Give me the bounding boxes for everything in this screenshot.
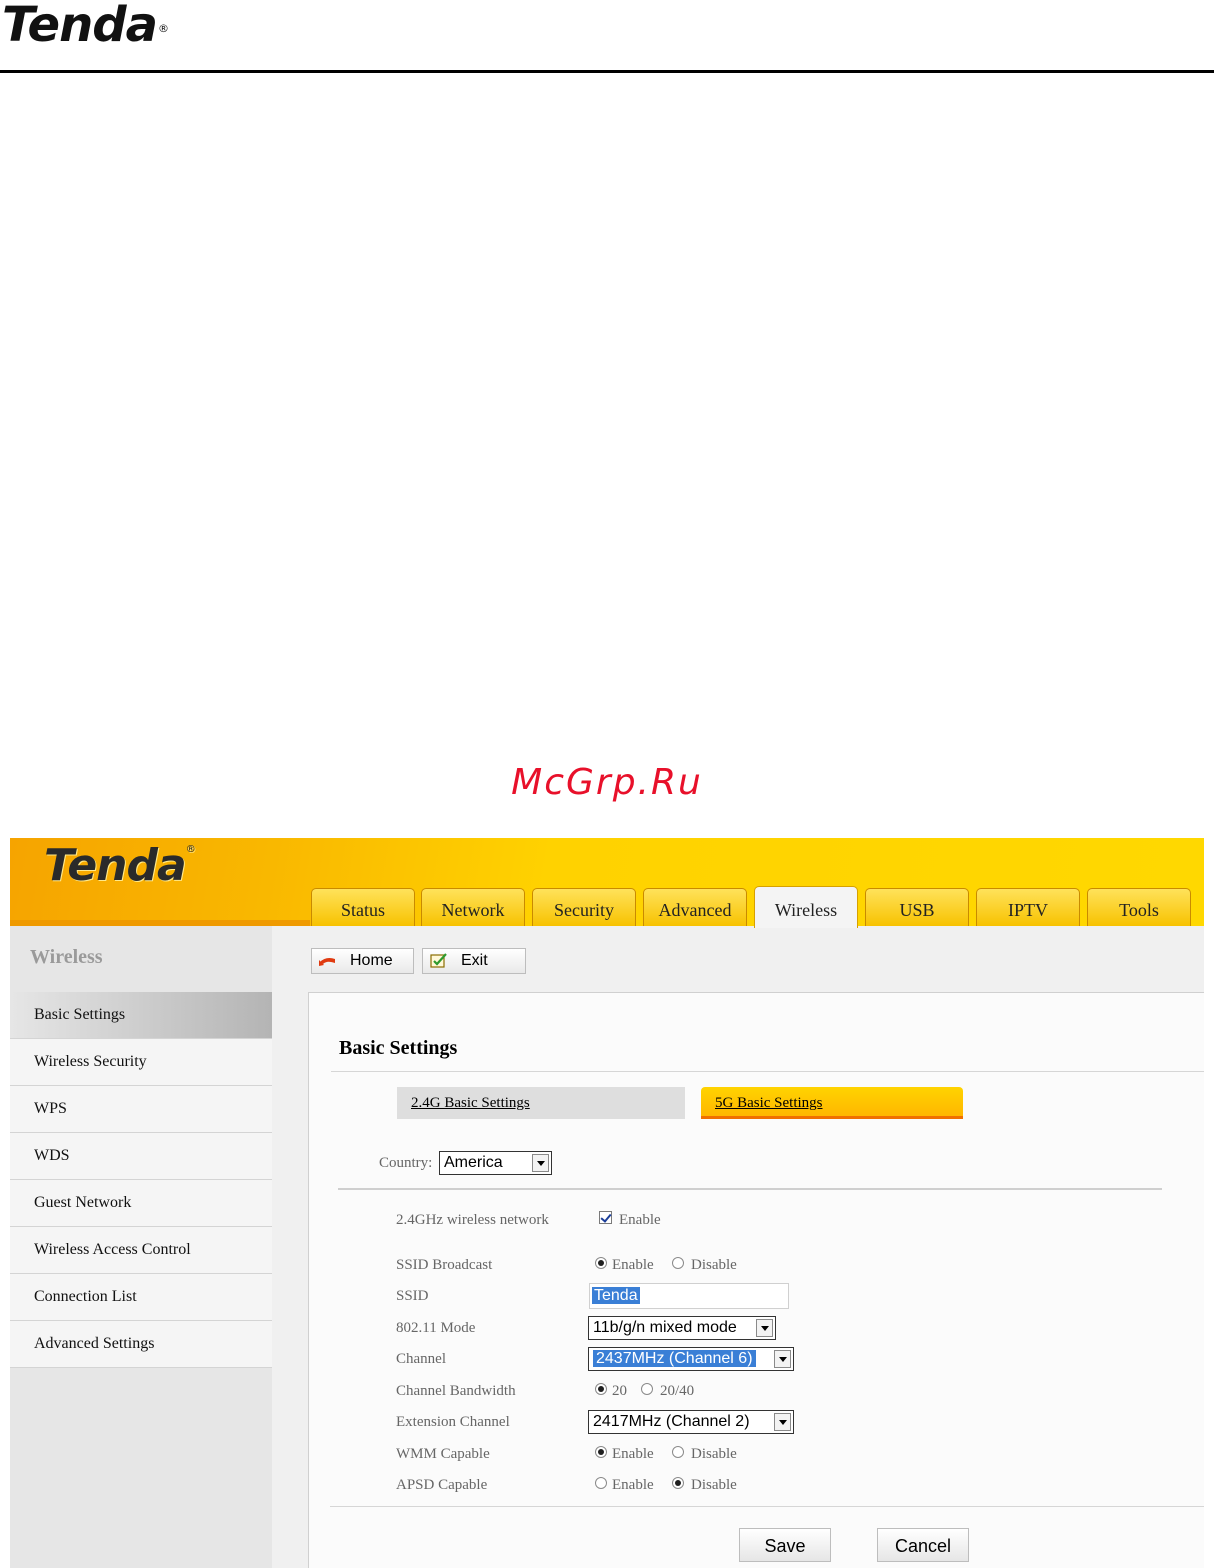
mode-select[interactable]: 11b/g/n mixed mode bbox=[588, 1316, 776, 1340]
bandwidth-20-label: 20 bbox=[612, 1383, 627, 1399]
tab-wireless[interactable]: Wireless bbox=[754, 886, 858, 928]
channel-select-value: 2437MHz (Channel 6) bbox=[593, 1350, 756, 1367]
ssid-input[interactable]: Tenda bbox=[589, 1283, 789, 1309]
tab-status[interactable]: Status bbox=[311, 888, 415, 926]
apsd-label: APSD Capable bbox=[396, 1477, 488, 1493]
tab-iptv[interactable]: IPTV bbox=[976, 888, 1080, 926]
page-logo: Tenda® bbox=[2, 0, 169, 53]
router-banner: Tenda® Status Network Security Advanced … bbox=[10, 838, 1204, 928]
wmm-disable-radio[interactable] bbox=[672, 1446, 684, 1458]
chevron-down-icon bbox=[774, 1413, 791, 1431]
ssid-broadcast-enable-radio[interactable] bbox=[595, 1257, 607, 1269]
country-select-value: America bbox=[444, 1154, 503, 1171]
sidebar-list: Basic Settings Wireless Security WPS WDS… bbox=[10, 992, 272, 1368]
wmm-label: WMM Capable bbox=[396, 1446, 490, 1462]
bandwidth-2040-radio[interactable] bbox=[641, 1383, 653, 1395]
tab-tools[interactable]: Tools bbox=[1087, 888, 1191, 926]
ext-channel-select[interactable]: 2417MHz (Channel 2) bbox=[588, 1410, 794, 1434]
router-logo: Tenda® bbox=[44, 840, 196, 891]
mode-select-value: 11b/g/n mixed mode bbox=[593, 1319, 737, 1336]
ssid-input-value: Tenda bbox=[592, 1287, 640, 1304]
tab-usb[interactable]: USB bbox=[865, 888, 969, 926]
wireless-enable-label: Enable bbox=[619, 1212, 661, 1228]
sidebar-item-wireless-access-control[interactable]: Wireless Access Control bbox=[10, 1227, 272, 1274]
exit-checklist-icon bbox=[430, 953, 447, 968]
sidebar-item-connection-list[interactable]: Connection List bbox=[10, 1274, 272, 1321]
ssid-broadcast-label: SSID Broadcast bbox=[396, 1257, 493, 1273]
ssid-broadcast-disable-label: Disable bbox=[691, 1257, 737, 1273]
bandwidth-2040-label: 20/40 bbox=[660, 1383, 695, 1399]
wireless-network-label: 2.4GHz wireless network bbox=[396, 1212, 549, 1228]
wmm-disable-label: Disable bbox=[691, 1446, 737, 1462]
tab-network[interactable]: Network bbox=[421, 888, 525, 926]
country-select[interactable]: America bbox=[439, 1151, 552, 1175]
apsd-disable-label: Disable bbox=[691, 1477, 737, 1493]
apsd-enable-radio[interactable] bbox=[595, 1477, 607, 1489]
wmm-enable-radio[interactable] bbox=[595, 1446, 607, 1458]
sidebar-item-wireless-security[interactable]: Wireless Security bbox=[10, 1039, 272, 1086]
page-header-rule bbox=[0, 70, 1214, 73]
cancel-button[interactable]: Cancel bbox=[877, 1528, 969, 1562]
ssid-label: SSID bbox=[396, 1288, 429, 1304]
country-divider bbox=[338, 1188, 1162, 1190]
tab-advanced[interactable]: Advanced bbox=[643, 888, 747, 926]
title-divider bbox=[331, 1071, 1204, 1072]
mode-label: 802.11 Mode bbox=[396, 1320, 476, 1336]
wmm-enable-label: Enable bbox=[612, 1446, 654, 1462]
ext-channel-select-value: 2417MHz (Channel 2) bbox=[593, 1413, 750, 1430]
chevron-down-icon bbox=[532, 1154, 549, 1172]
sidebar-item-advanced-settings[interactable]: Advanced Settings bbox=[10, 1321, 272, 1368]
router-ui: Tenda® Status Network Security Advanced … bbox=[10, 838, 1204, 1568]
sidebar-title: Wireless bbox=[30, 946, 103, 968]
bandwidth-20-radio[interactable] bbox=[595, 1383, 607, 1395]
sidebar-item-wps[interactable]: WPS bbox=[10, 1086, 272, 1133]
page-logo-text: Tenda bbox=[2, 0, 158, 53]
exit-button[interactable]: Exit bbox=[422, 948, 526, 974]
home-button-label: Home bbox=[350, 952, 393, 969]
bottom-divider bbox=[330, 1506, 1204, 1507]
wireless-enable-checkbox[interactable] bbox=[599, 1211, 612, 1224]
channel-select[interactable]: 2437MHz (Channel 6) bbox=[588, 1347, 794, 1371]
page-title: Basic Settings bbox=[339, 1037, 458, 1059]
country-label: Country: bbox=[379, 1155, 433, 1171]
sidebar-item-guest-network[interactable]: Guest Network bbox=[10, 1180, 272, 1227]
chevron-down-icon bbox=[774, 1350, 791, 1368]
subtab-5g-basic-settings[interactable]: 5G Basic Settings bbox=[701, 1087, 963, 1119]
ssid-broadcast-disable-radio[interactable] bbox=[672, 1257, 684, 1269]
channel-label: Channel bbox=[396, 1351, 446, 1367]
tab-security[interactable]: Security bbox=[532, 888, 636, 926]
page-logo-mark: ® bbox=[158, 22, 169, 35]
subtab-2-4g-basic-settings[interactable]: 2.4G Basic Settings bbox=[397, 1087, 685, 1119]
apsd-disable-radio[interactable] bbox=[672, 1477, 684, 1489]
chevron-down-icon bbox=[756, 1319, 773, 1337]
sidebar-item-basic-settings[interactable]: Basic Settings bbox=[10, 992, 272, 1039]
bandwidth-label: Channel Bandwidth bbox=[396, 1383, 516, 1399]
apsd-enable-label: Enable bbox=[612, 1477, 654, 1493]
router-logo-mark: ® bbox=[185, 844, 196, 855]
ext-channel-label: Extension Channel bbox=[396, 1414, 510, 1430]
ssid-broadcast-enable-label: Enable bbox=[612, 1257, 654, 1273]
exit-button-label: Exit bbox=[461, 952, 488, 969]
save-button[interactable]: Save bbox=[739, 1528, 831, 1562]
watermark: McGrp.Ru bbox=[511, 762, 703, 803]
home-arrow-icon bbox=[319, 958, 335, 966]
home-button[interactable]: Home bbox=[311, 948, 414, 974]
router-logo-text: Tenda bbox=[44, 840, 187, 891]
sidebar: Wireless Basic Settings Wireless Securit… bbox=[10, 926, 272, 1568]
sidebar-item-wds[interactable]: WDS bbox=[10, 1133, 272, 1180]
